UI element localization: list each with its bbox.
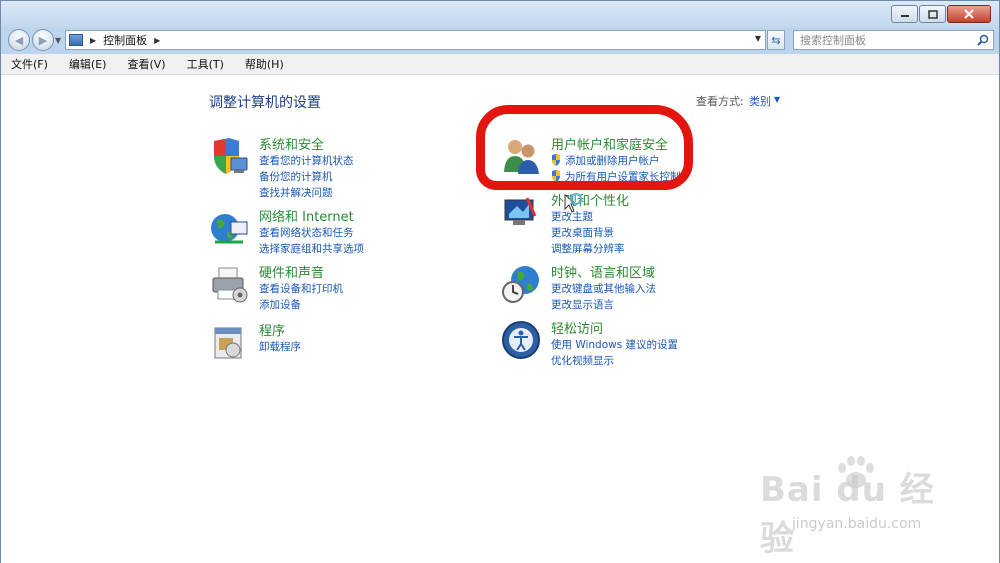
watermark-logo-text: Bai du 经验 (760, 470, 935, 559)
recent-pages-dropdown[interactable]: ▼ (55, 36, 61, 45)
menu-bar: 文件(F) 编辑(E) 查看(V) 工具(T) 帮助(H) (1, 54, 999, 75)
category-link[interactable]: 查看设备和打印机 (259, 281, 343, 296)
network-globe-icon[interactable] (209, 208, 249, 248)
category-link[interactable]: 优化视频显示 (551, 353, 614, 368)
category-link[interactable]: 调整屏幕分辨率 (551, 241, 625, 256)
title-bar (1, 1, 999, 27)
red-highlight-annotation (476, 105, 693, 190)
category-clock-language: 时钟、语言和区域 更改键盘或其他输入法 更改显示语言 (501, 262, 711, 312)
close-button[interactable] (947, 5, 991, 23)
category-title[interactable]: 系统和安全 (259, 134, 324, 153)
forward-button[interactable]: ▶ (32, 29, 54, 51)
maximize-button[interactable] (919, 5, 946, 23)
refresh-button[interactable]: ⇆ (767, 30, 785, 50)
view-by-label: 查看方式: (696, 95, 744, 108)
chevron-down-icon[interactable]: ▼ (774, 95, 780, 104)
category-link[interactable]: 添加设备 (259, 297, 301, 312)
category-title[interactable]: 时钟、语言和区域 (551, 262, 655, 281)
search-icon[interactable] (977, 34, 989, 46)
category-link[interactable]: 查找并解决问题 (259, 185, 333, 200)
category-link[interactable]: 使用 Windows 建议的设置 (551, 337, 678, 352)
category-title[interactable]: 硬件和声音 (259, 262, 324, 281)
category-link[interactable]: 更改键盘或其他输入法 (551, 281, 656, 296)
mouse-cursor-icon (564, 193, 582, 213)
refresh-icon: ⇆ (771, 33, 781, 47)
breadcrumb-arrow-icon[interactable]: ▶ (154, 36, 160, 45)
minimize-icon (900, 15, 909, 17)
display-icon[interactable] (501, 192, 541, 232)
menu-help[interactable]: 帮助(H) (241, 56, 288, 72)
category-programs: 程序 卸载程序 (209, 320, 409, 360)
control-panel-icon (69, 34, 83, 46)
category-network-internet: 网络和 Internet 查看网络状态和任务 选择家庭组和共享选项 (209, 206, 409, 256)
menu-edit[interactable]: 编辑(E) (65, 56, 111, 72)
minimize-button[interactable] (891, 5, 918, 23)
baidu-watermark: Bai du 经验 jingyan.baidu.com (760, 454, 960, 559)
category-link[interactable]: 查看网络状态和任务 (259, 225, 354, 240)
forward-arrow-icon: ▶ (38, 33, 48, 47)
back-button[interactable]: ◀ (8, 29, 30, 51)
category-title[interactable]: 网络和 Internet (259, 206, 354, 225)
category-ease-of-access: 轻松访问 使用 Windows 建议的设置 优化视频显示 (501, 318, 711, 368)
window-controls (891, 5, 991, 23)
address-dropdown-icon[interactable]: ▼ (755, 34, 761, 43)
breadcrumb-arrow-icon[interactable]: ▶ (90, 36, 96, 45)
category-title[interactable]: 轻松访问 (551, 318, 603, 337)
category-link[interactable]: 更改显示语言 (551, 297, 614, 312)
address-bar[interactable]: ▶ 控制面板 ▶ ▼ (65, 30, 766, 50)
view-by-dropdown[interactable]: 类别 (749, 93, 771, 109)
accessibility-icon[interactable] (501, 320, 541, 360)
category-link[interactable]: 备份您的计算机 (259, 169, 333, 184)
category-link[interactable]: 查看您的计算机状态 (259, 153, 354, 168)
back-arrow-icon: ◀ (14, 33, 24, 47)
category-appearance: 外观和个性化 更改主题 更改桌面背景 调整屏幕分辨率 (501, 190, 711, 255)
menu-view[interactable]: 查看(V) (123, 56, 169, 72)
menu-file[interactable]: 文件(F) (7, 56, 52, 72)
close-icon (964, 9, 974, 19)
navigation-bar: ◀ ▶ ▼ ▶ 控制面板 ▶ ▼ ⇆ 搜索控制面板 (1, 27, 999, 53)
programs-icon[interactable] (209, 322, 249, 362)
category-hardware-sound: 硬件和声音 查看设备和打印机 添加设备 (209, 262, 409, 312)
category-link[interactable]: 更改桌面背景 (551, 225, 614, 240)
search-input[interactable]: 搜索控制面板 (793, 30, 994, 50)
security-shield-icon[interactable] (209, 136, 249, 176)
menu-tools[interactable]: 工具(T) (183, 56, 228, 72)
category-system-security: 系统和安全 查看您的计算机状态 备份您的计算机 查找并解决问题 (209, 134, 409, 199)
maximize-icon (927, 9, 938, 19)
category-link[interactable]: 卸载程序 (259, 339, 301, 354)
printer-icon[interactable] (209, 264, 249, 304)
clock-globe-icon[interactable] (501, 264, 541, 304)
page-title: 调整计算机的设置 (209, 95, 321, 111)
category-title[interactable]: 程序 (259, 320, 285, 339)
search-placeholder: 搜索控制面板 (800, 34, 866, 47)
breadcrumb-control-panel[interactable]: 控制面板 (103, 32, 147, 48)
category-link[interactable]: 选择家庭组和共享选项 (259, 241, 364, 256)
watermark-url: jingyan.baidu.com (792, 516, 922, 532)
